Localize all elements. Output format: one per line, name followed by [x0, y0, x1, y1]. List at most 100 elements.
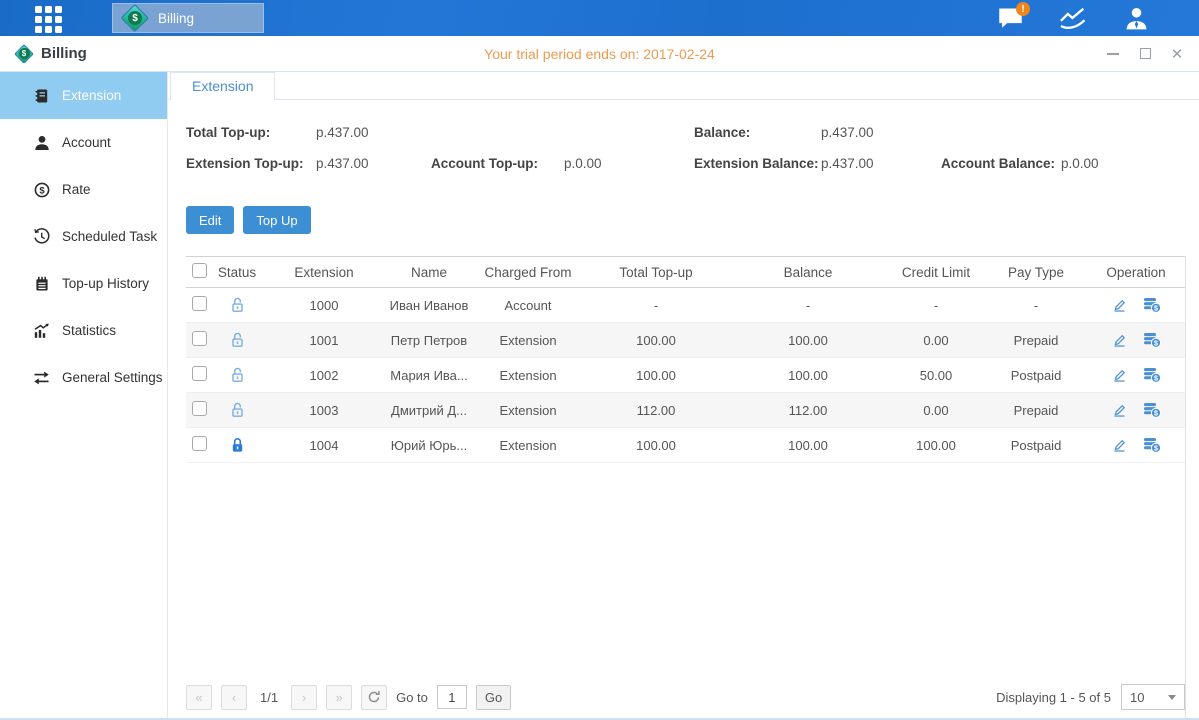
account-balance-label: Account Balance: — [941, 156, 1061, 171]
cell-name: Дмитрий Д... — [384, 403, 474, 418]
edit-row-icon[interactable] — [1112, 333, 1127, 348]
goto-page-input[interactable] — [437, 685, 467, 709]
operation-cell: $ — [1086, 402, 1186, 418]
sidebar-item-label: Top-up History — [62, 276, 149, 291]
summary-left: Total Top-up: p.437.00 Extension Top-up:… — [186, 117, 694, 179]
sidebar-item-account[interactable]: Account — [0, 119, 167, 166]
table-row: 1003Дмитрий Д...Extension112.00112.000.0… — [186, 393, 1185, 428]
tab-strip: Extension — [168, 72, 1199, 100]
row-checkbox[interactable] — [192, 401, 207, 416]
window-title: Billing — [41, 45, 87, 62]
user-button[interactable] — [1121, 4, 1151, 32]
notification-badge: ! — [1016, 2, 1030, 16]
topup-row-icon[interactable]: $ — [1143, 437, 1161, 453]
sidebar-item-rate[interactable]: $ Rate — [0, 166, 167, 213]
topup-button[interactable]: Top Up — [243, 206, 310, 234]
billing-window-icon: $ — [14, 44, 34, 64]
cell-extension: 1002 — [264, 368, 384, 383]
topup-row-icon[interactable]: $ — [1143, 297, 1161, 313]
billing-app-icon: $ — [121, 4, 149, 32]
cell-credit-limit: 0.00 — [886, 403, 986, 418]
unlocked-icon — [210, 296, 264, 314]
app-grid-icon[interactable] — [35, 6, 69, 30]
row-checkbox[interactable] — [192, 436, 207, 451]
pagination-right: Displaying 1 - 5 of 5 10 — [996, 684, 1185, 710]
column-header: Credit Limit — [886, 265, 986, 280]
topup-row-icon[interactable]: $ — [1143, 332, 1161, 348]
sidebar-item-statistics[interactable]: Statistics — [0, 307, 167, 354]
column-header: Operation — [1086, 265, 1186, 280]
minimize-button[interactable] — [1105, 46, 1121, 62]
edit-row-icon[interactable] — [1112, 298, 1127, 313]
total-topup-value: p.437.00 — [316, 125, 431, 140]
cell-charged-from: Extension — [474, 368, 582, 383]
summary: Total Top-up: p.437.00 Extension Top-up:… — [186, 117, 1186, 179]
cell-balance: 100.00 — [730, 438, 886, 453]
account-balance-value: p.0.00 — [1061, 156, 1186, 171]
general-settings-icon — [33, 369, 50, 386]
sidebar-item-scheduled-task[interactable]: Scheduled Task — [0, 213, 167, 260]
cell-balance: - — [730, 298, 886, 313]
row-checkbox[interactable] — [192, 366, 207, 381]
select-all-checkbox[interactable] — [192, 263, 207, 278]
person-icon — [1124, 7, 1149, 30]
cell-extension: 1000 — [264, 298, 384, 313]
cell-balance: 100.00 — [730, 333, 886, 348]
maximize-button[interactable] — [1137, 46, 1153, 62]
sidebar-item-topup-history[interactable]: Top-up History — [0, 260, 167, 307]
taskbar-billing-label: Billing — [158, 11, 194, 26]
edit-row-icon[interactable] — [1112, 438, 1127, 453]
last-page-button[interactable]: » — [326, 685, 352, 710]
displaying-text: Displaying 1 - 5 of 5 — [996, 690, 1111, 705]
action-buttons: Edit Top Up — [186, 206, 1186, 234]
go-button[interactable]: Go — [476, 685, 511, 710]
chevron-down-icon — [1168, 695, 1176, 700]
edit-row-icon[interactable] — [1112, 368, 1127, 383]
messages-button[interactable]: ! — [995, 4, 1025, 32]
topup-row-icon[interactable]: $ — [1143, 367, 1161, 383]
total-topup-label: Total Top-up: — [186, 125, 316, 140]
close-button[interactable]: ✕ — [1169, 46, 1185, 62]
tab-extension[interactable]: Extension — [170, 72, 275, 100]
column-header: Total Top-up — [582, 265, 730, 280]
prev-page-button[interactable]: ‹ — [221, 685, 247, 710]
summary-right: Balance: p.437.00 Extension Balance: p.4… — [694, 117, 1186, 179]
cell-total-topup: - — [582, 298, 730, 313]
edit-row-icon[interactable] — [1112, 403, 1127, 418]
monitor-button[interactable] — [1058, 4, 1088, 32]
table-row: 1001Петр ПетровExtension100.00100.000.00… — [186, 323, 1185, 358]
account-topup-label: Account Top-up: — [431, 156, 564, 171]
cell-charged-from: Extension — [474, 438, 582, 453]
cell-name: Петр Петров — [384, 333, 474, 348]
page-indicator: 1/1 — [256, 690, 282, 705]
operation-cell: $ — [1086, 367, 1186, 383]
column-header: Status — [210, 265, 264, 280]
row-checkbox[interactable] — [192, 296, 207, 311]
extension-icon — [33, 87, 50, 104]
refresh-button[interactable] — [361, 685, 387, 710]
statistics-icon — [33, 322, 50, 339]
cell-pay-type: - — [986, 298, 1086, 313]
cell-charged-from: Account — [474, 298, 582, 313]
topup-row-icon[interactable]: $ — [1143, 402, 1161, 418]
extension-topup-value: p.437.00 — [316, 156, 431, 171]
sidebar-item-extension[interactable]: Extension — [0, 72, 167, 119]
sidebar-item-label: Statistics — [62, 323, 116, 338]
page-size-select[interactable]: 10 — [1121, 684, 1185, 710]
sidebar-item-general-settings[interactable]: General Settings — [0, 354, 167, 401]
edit-button[interactable]: Edit — [186, 206, 234, 234]
next-page-button[interactable]: › — [291, 685, 317, 710]
extension-table: StatusExtensionNameCharged FromTotal Top… — [186, 256, 1186, 718]
taskbar-billing[interactable]: $ Billing — [112, 3, 264, 33]
first-page-button[interactable]: « — [186, 685, 212, 710]
operation-cell: $ — [1086, 297, 1186, 313]
row-checkbox[interactable] — [192, 331, 207, 346]
cell-credit-limit: 100.00 — [886, 438, 986, 453]
cell-pay-type: Prepaid — [986, 403, 1086, 418]
scheduled-task-icon — [33, 228, 50, 245]
cell-credit-limit: 50.00 — [886, 368, 986, 383]
cell-total-topup: 100.00 — [582, 333, 730, 348]
cell-name: Юрий Юрь... — [384, 438, 474, 453]
sidebar-item-label: Extension — [62, 88, 121, 103]
locked-icon — [210, 436, 264, 454]
